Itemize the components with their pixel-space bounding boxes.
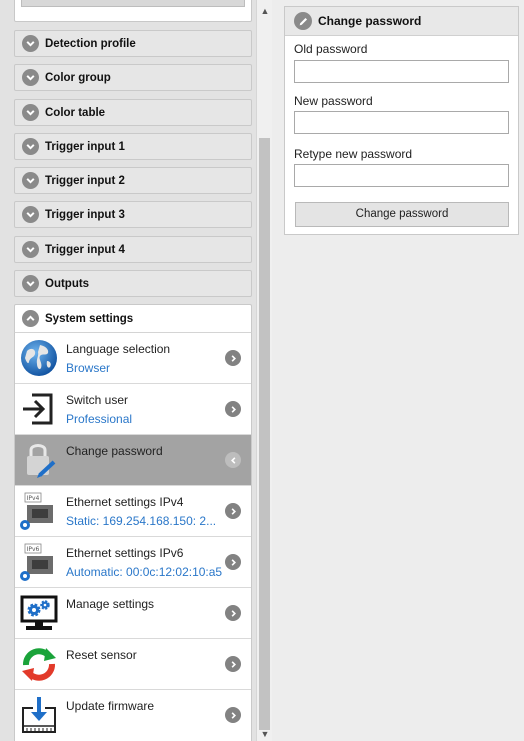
chevron-up-icon — [22, 310, 39, 327]
menu-item-language-selection[interactable]: Language selection Browser — [15, 333, 251, 384]
svg-text:IPv4: IPv4 — [27, 495, 40, 502]
ethernet-ipv4-icon: IPv4 — [18, 490, 60, 532]
scrollbar[interactable]: ▲ ▼ — [256, 0, 272, 741]
chevron-down-icon — [22, 172, 39, 189]
chevron-right-icon — [225, 350, 241, 366]
chevron-down-icon — [22, 69, 39, 86]
globe-icon — [18, 337, 60, 379]
section-color-table[interactable]: Color table — [14, 99, 252, 126]
menu-item-change-password[interactable]: Change password — [15, 435, 251, 486]
retype-password-input[interactable] — [294, 164, 509, 187]
section-label: Color group — [45, 71, 111, 84]
section-label: System settings — [45, 312, 134, 325]
menu-item-reset-sensor[interactable]: Reset sensor — [15, 639, 251, 690]
chevron-down-icon — [22, 206, 39, 223]
scroll-up-arrow[interactable]: ▲ — [257, 4, 273, 18]
pencil-icon — [294, 12, 312, 30]
section-trigger-input-1[interactable]: Trigger input 1 — [14, 133, 252, 160]
menu-item-value: Static: 169.254.168.150: 2... — [66, 514, 217, 528]
section-label: Trigger input 3 — [45, 208, 125, 221]
menu-item-update-firmware[interactable]: Update firmware — [15, 690, 251, 741]
section-detection-profile[interactable]: Detection profile — [14, 30, 252, 57]
menu-item-title: Update firmware — [66, 699, 155, 713]
menu-item-title: Ethernet settings IPv4 — [66, 495, 184, 509]
menu-item-title: Language selection — [66, 342, 171, 356]
menu-item-title: Change password — [66, 444, 163, 458]
new-password-label: New password — [294, 94, 373, 108]
svg-text:IPv6: IPv6 — [27, 546, 40, 553]
section-label: Trigger input 2 — [45, 174, 125, 187]
menu-item-ethernet-ipv6[interactable]: IPv6 Ethernet settings IPv6 Automatic: 0… — [15, 537, 251, 588]
chevron-right-icon — [225, 503, 241, 519]
login-arrow-icon — [18, 388, 60, 430]
section-label: Detection profile — [45, 37, 136, 50]
menu-item-ethernet-ipv4[interactable]: IPv4 Ethernet settings IPv4 Static: 169.… — [15, 486, 251, 537]
section-label: Color table — [45, 106, 106, 119]
menu-item-manage-settings[interactable]: Manage settings — [15, 588, 251, 639]
monitor-gears-icon — [18, 592, 60, 634]
old-password-label: Old password — [294, 42, 368, 56]
change-password-button[interactable]: Change password — [295, 202, 509, 227]
section-label: Outputs — [45, 277, 90, 290]
menu-item-title: Ethernet settings IPv6 — [66, 546, 184, 560]
refresh-arrows-icon — [18, 643, 60, 685]
section-outputs[interactable]: Outputs — [14, 270, 252, 297]
section-color-group[interactable]: Color group — [14, 64, 252, 91]
menu-item-title: Reset sensor — [66, 648, 137, 662]
settings-menu: Detection profile Color group Color tabl… — [0, 0, 256, 741]
panel-header: Change password — [285, 7, 518, 36]
firmware-download-icon — [18, 694, 60, 736]
menu-item-title: Manage settings — [66, 597, 155, 611]
chevron-right-icon — [225, 707, 241, 723]
menu-item-switch-user[interactable]: Switch user Professional — [15, 384, 251, 435]
system-settings-list: Language selection Browser Switch user P… — [14, 333, 252, 741]
menu-item-value: Browser — [66, 361, 111, 375]
new-password-input[interactable] — [294, 111, 509, 134]
chevron-right-icon — [225, 401, 241, 417]
chevron-down-icon — [22, 275, 39, 292]
section-trigger-input-4[interactable]: Trigger input 4 — [14, 236, 252, 263]
chevron-right-icon — [225, 554, 241, 570]
menu-item-value: Professional — [66, 412, 133, 426]
section-label: Trigger input 4 — [45, 243, 125, 256]
collapsed-section-stub[interactable] — [14, 0, 252, 22]
chevron-left-icon — [225, 452, 241, 468]
chevron-down-icon — [22, 241, 39, 258]
scrollbar-thumb[interactable] — [259, 138, 270, 730]
chevron-right-icon — [225, 605, 241, 621]
scroll-down-arrow[interactable]: ▼ — [257, 727, 273, 741]
retype-password-label: Retype new password — [294, 147, 413, 161]
chevron-down-icon — [22, 104, 39, 121]
ethernet-ipv6-icon: IPv6 — [18, 541, 60, 583]
section-trigger-input-2[interactable]: Trigger input 2 — [14, 167, 252, 194]
old-password-input[interactable] — [294, 60, 509, 83]
section-label: Trigger input 1 — [45, 140, 125, 153]
section-system-settings[interactable]: System settings — [14, 304, 252, 333]
menu-item-title: Switch user — [66, 393, 129, 407]
section-trigger-input-3[interactable]: Trigger input 3 — [14, 201, 252, 228]
chevron-down-icon — [22, 35, 39, 52]
panel-title: Change password — [318, 14, 422, 28]
padlock-pen-icon — [18, 439, 60, 481]
change-password-panel: Change password Old password New passwor… — [284, 6, 519, 235]
menu-item-value: Automatic: 00:0c:12:02:10:a5 — [66, 565, 223, 579]
chevron-right-icon — [225, 656, 241, 672]
chevron-down-icon — [22, 138, 39, 155]
